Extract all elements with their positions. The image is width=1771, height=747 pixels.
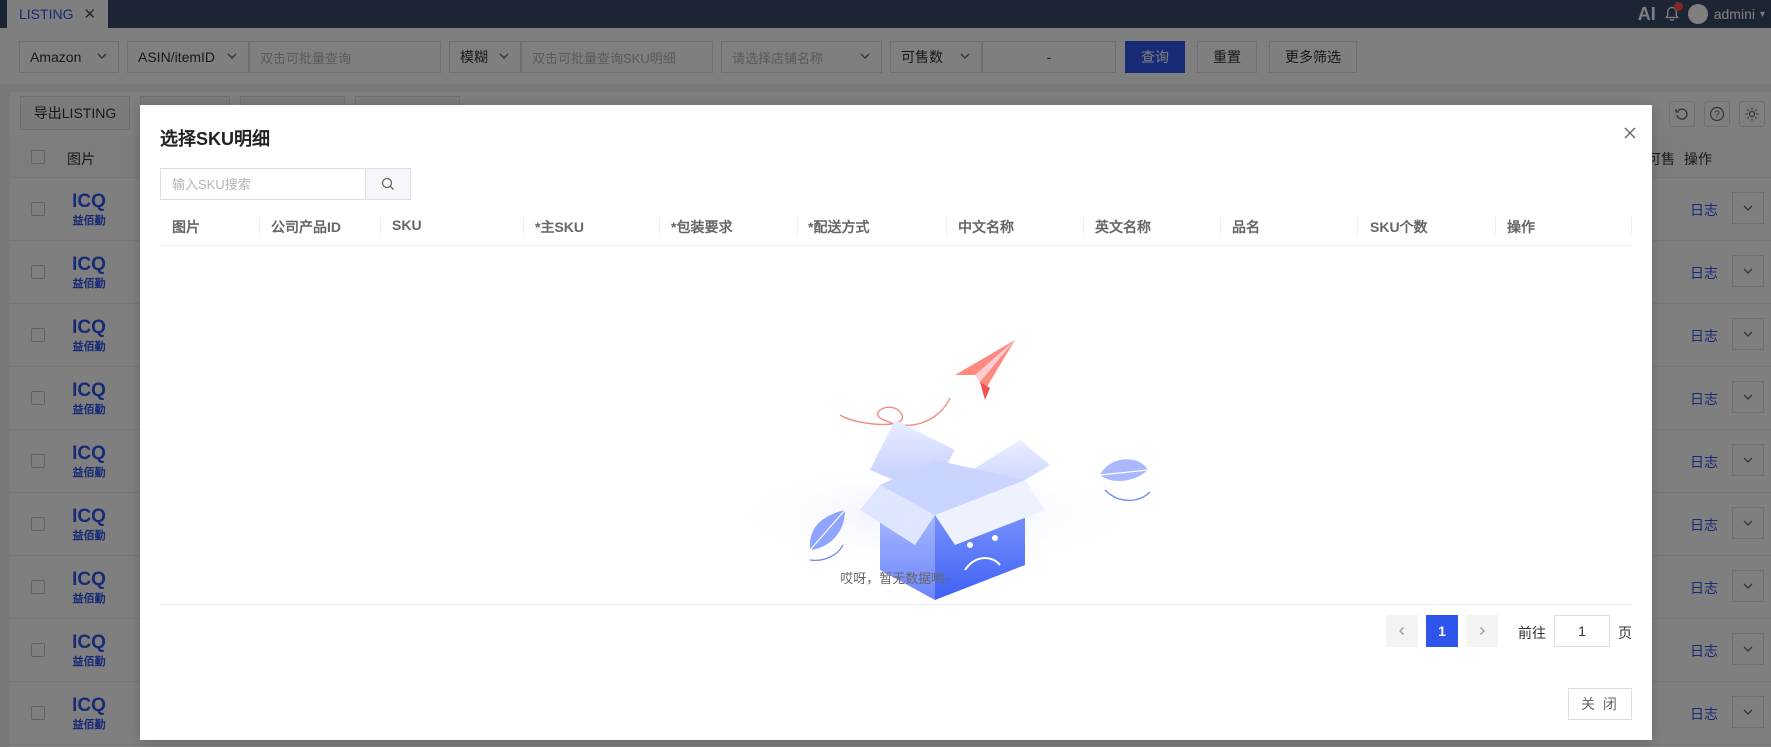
- column-separator: [659, 217, 660, 235]
- next-page-button[interactable]: [1466, 615, 1498, 647]
- th-en-name: 英文名称: [1095, 219, 1151, 235]
- sku-table-header: 图片 公司产品ID SKU *主SKU *包装要求 *配送方式 中文名称 英文名称 品名 SKU个…: [160, 204, 1632, 246]
- page-suffix: 页: [1618, 625, 1632, 641]
- goto-label: 前往: [1518, 625, 1546, 641]
- chevron-right-icon: [1480, 627, 1485, 635]
- column-separator: [946, 217, 947, 235]
- sku-search-input[interactable]: [160, 168, 365, 200]
- empty-box-illustration: [720, 340, 1151, 600]
- close-button[interactable]: 关 闭: [1568, 688, 1632, 720]
- th-action: 操作: [1507, 219, 1535, 235]
- column-separator: [1220, 217, 1221, 235]
- column-separator: [523, 217, 524, 235]
- column-separator: [259, 217, 260, 235]
- select-sku-modal: 选择SKU明细 图片 公司产品ID SKU *主SKU *包装要求 *配送方式 中文名称 英文…: [140, 105, 1652, 740]
- prev-page-button[interactable]: [1386, 615, 1418, 647]
- th-packaging: *包装要求: [671, 219, 733, 235]
- column-separator: [1357, 217, 1358, 235]
- search-icon: [381, 177, 394, 190]
- th-shipping: *配送方式: [808, 219, 870, 235]
- column-separator: [380, 217, 381, 235]
- th-cn-name: 中文名称: [958, 219, 1014, 235]
- search-button[interactable]: [365, 168, 411, 200]
- page-1-button[interactable]: 1: [1426, 615, 1458, 647]
- empty-text: 哎呀，暂无数据哟~: [840, 571, 952, 586]
- th-product-name: 品名: [1232, 219, 1260, 235]
- th-sku-count: SKU个数: [1370, 219, 1428, 235]
- column-separator: [1631, 217, 1632, 235]
- close-icon[interactable]: [1622, 125, 1638, 141]
- column-separator: [797, 217, 798, 235]
- chevron-left-icon: [1399, 627, 1404, 635]
- th-sku: SKU: [392, 217, 422, 233]
- goto-page-input[interactable]: [1554, 615, 1610, 647]
- divider: [160, 604, 1632, 605]
- th-image: 图片: [172, 219, 200, 235]
- column-separator: [1083, 217, 1084, 235]
- column-separator: [1495, 217, 1496, 235]
- th-main-sku: *主SKU: [535, 219, 585, 235]
- modal-title: 选择SKU明细: [160, 129, 271, 149]
- th-company-product-id: 公司产品ID: [271, 219, 341, 235]
